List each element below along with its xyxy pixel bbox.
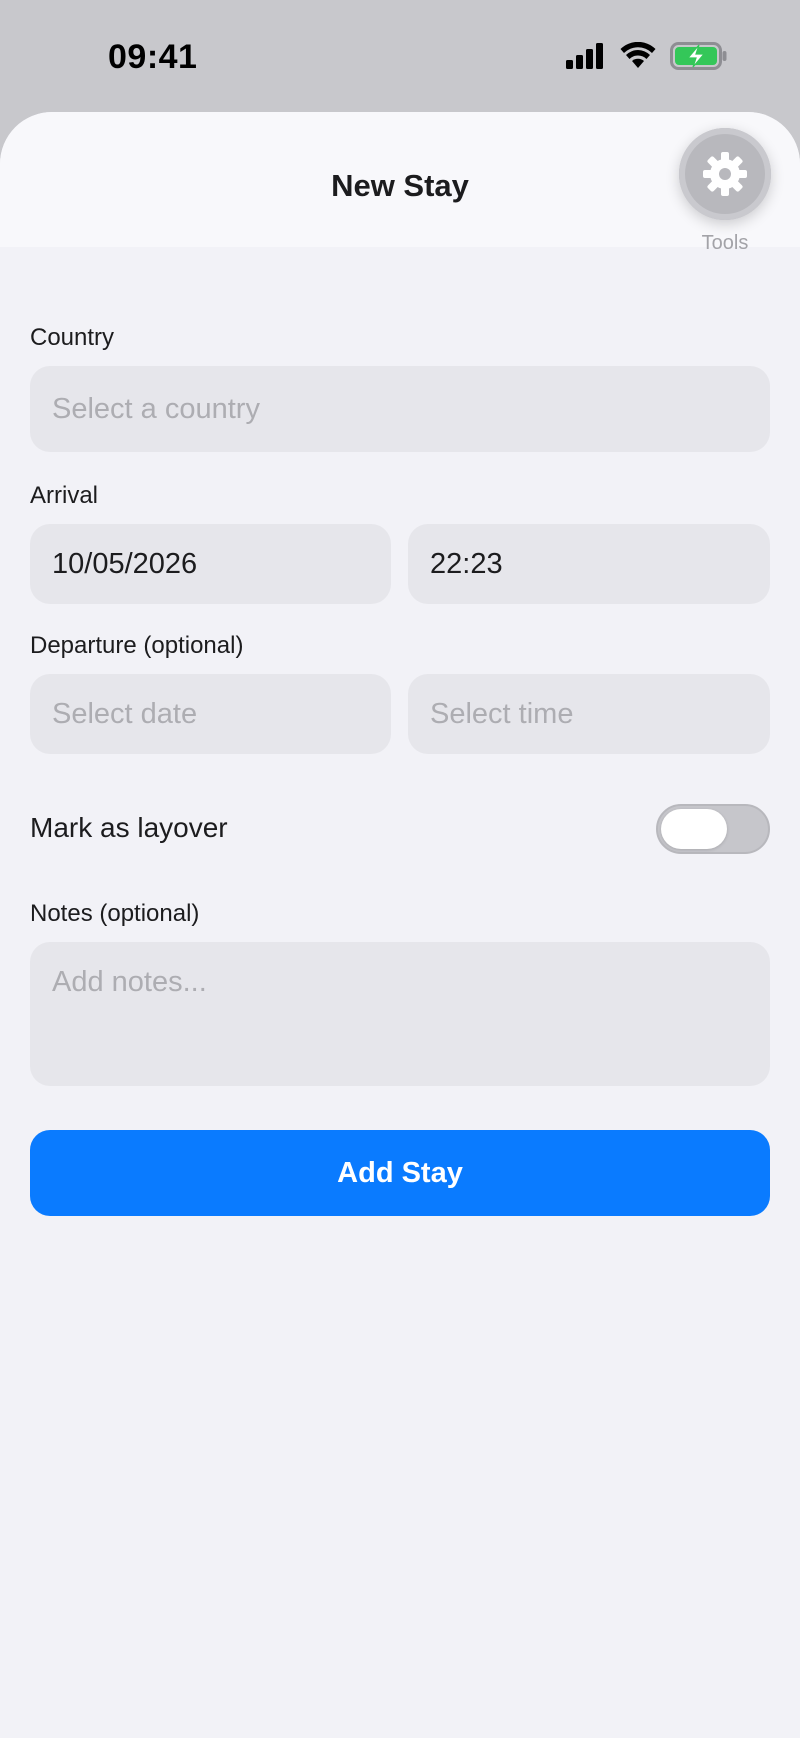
gear-icon [703,152,747,196]
arrival-date-value: 10/05/2026 [52,547,198,580]
tools-button[interactable] [679,128,771,220]
departure-label: Departure (optional) [30,632,244,659]
arrival-label: Arrival [30,482,99,509]
wifi-icon [620,42,656,68]
arrival-time-value: 22:23 [430,547,503,580]
layover-label: Mark as layover [30,812,228,843]
add-stay-button[interactable]: Add Stay [30,1130,770,1216]
departure-time-field[interactable]: Select time [408,674,770,754]
arrival-date-field[interactable]: 10/05/2026 [30,524,391,604]
new-stay-sheet: New Stay Tools Country Select a country … [0,112,800,1738]
status-icons [566,42,728,70]
country-label: Country [30,324,115,351]
departure-time-placeholder: Select time [430,697,574,730]
status-bar: 09:41 [0,0,800,112]
sheet-header: New Stay Tools [0,112,800,254]
country-placeholder: Select a country [52,392,260,425]
departure-date-placeholder: Select date [52,697,198,730]
cellular-signal-icon [566,43,603,69]
tools-label: Tools [701,232,749,254]
screen: 09:41 New Stay Tools Country Select a co… [0,0,800,1738]
arrival-time-field[interactable]: 22:23 [408,524,770,604]
battery-charging-icon [670,42,727,70]
toggle-knob [661,809,727,849]
country-select[interactable]: Select a country [30,366,770,452]
notes-textarea[interactable]: Add notes... [30,942,770,1086]
notes-label: Notes (optional) [30,900,200,927]
status-time: 09:41 [108,38,198,76]
departure-date-field[interactable]: Select date [30,674,391,754]
layover-toggle[interactable] [656,804,770,854]
notes-placeholder: Add notes... [52,966,207,998]
